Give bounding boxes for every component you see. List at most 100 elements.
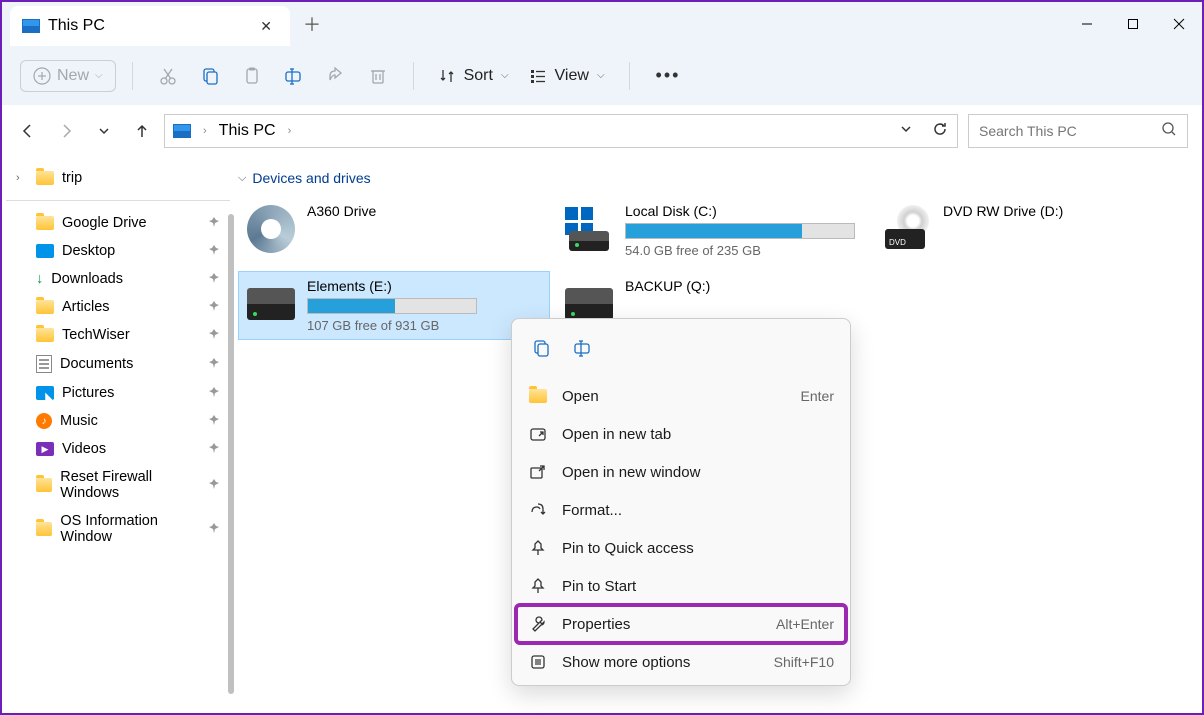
sidebar-item[interactable]: Desktop [6, 237, 230, 265]
sort-dropdown[interactable]: Sort ⌵ [430, 61, 517, 91]
close-button[interactable] [1156, 2, 1202, 46]
pin-icon [208, 300, 220, 315]
breadcrumb-this-pc[interactable]: This PC [219, 122, 276, 140]
separator [132, 62, 133, 90]
sidebar-item[interactable]: Documents [6, 349, 230, 379]
menu-item-label: Show more options [562, 654, 760, 671]
context-menu-item[interactable]: Pin to Quick access [516, 529, 846, 567]
section-label: Devices and drives [252, 170, 370, 186]
sidebar-item[interactable]: ♪Music [6, 407, 230, 435]
this-pc-icon [173, 124, 191, 138]
pin-icon [529, 577, 547, 595]
sidebar-item[interactable]: TechWiser [6, 321, 230, 349]
tab-this-pc[interactable]: This PC ✕ [10, 6, 290, 46]
new-label: New [57, 67, 89, 85]
pin-icon [208, 522, 220, 537]
drive-item[interactable]: Elements (E:) 107 GB free of 931 GB [238, 271, 550, 340]
view-icon [529, 67, 547, 85]
context-menu-item[interactable]: Show more optionsShift+F10 [516, 643, 846, 681]
sidebar-item[interactable]: Google Drive [6, 209, 230, 237]
up-button[interactable] [130, 119, 154, 143]
new-icon [33, 67, 51, 85]
a360-icon [247, 205, 295, 253]
drive-name: Elements (E:) [307, 278, 543, 294]
drive-free-text: 107 GB free of 931 GB [307, 318, 543, 333]
context-menu-item[interactable]: Open Enter [516, 377, 846, 415]
drive-usage-bar [625, 223, 855, 239]
search-icon[interactable] [1161, 121, 1177, 142]
recent-button[interactable] [92, 119, 116, 143]
drive-free-text: 54.0 GB free of 235 GB [625, 243, 861, 258]
address-dropdown-button[interactable] [899, 122, 913, 141]
sidebar-item[interactable]: ↓Downloads [6, 265, 230, 293]
copy-button[interactable] [191, 57, 229, 95]
context-menu-item[interactable]: Pin to Start [516, 567, 846, 605]
sidebar-item[interactable]: Pictures [6, 379, 230, 407]
hdd-icon [247, 288, 295, 320]
folder-icon [529, 389, 547, 403]
rename-button[interactable] [275, 57, 313, 95]
context-menu-item[interactable]: Open in new window [516, 453, 846, 491]
sort-label: Sort [464, 67, 493, 85]
drive-name: A360 Drive [307, 203, 543, 219]
drive-item[interactable]: Local Disk (C:)54.0 GB free of 235 GB [556, 196, 868, 265]
context-menu-item[interactable]: Open in new tab [516, 415, 846, 453]
context-menu-item[interactable]: Format... [516, 491, 846, 529]
new-button[interactable]: New ⌵ [20, 60, 116, 92]
chevron-right-icon[interactable]: › [288, 125, 292, 137]
new-tab-button[interactable]: ＋ [290, 2, 334, 46]
sidebar-item[interactable]: Articles [6, 293, 230, 321]
video-icon: ▶ [36, 442, 54, 456]
desktop-icon [36, 244, 54, 258]
sidebar: › trip Google Drive Desktop↓DownloadsArti… [2, 156, 234, 713]
menu-item-label: Properties [562, 616, 762, 633]
drive-usage-bar [307, 298, 477, 314]
section-devices-drives[interactable]: ⌵ Devices and drives [238, 166, 1194, 196]
cm-copy-button[interactable] [522, 329, 560, 367]
sidebar-item[interactable]: OS Information Window [6, 507, 230, 551]
sidebar-item-trip[interactable]: › trip [6, 164, 230, 192]
share-button[interactable] [317, 57, 355, 95]
chevron-right-icon[interactable]: › [203, 125, 207, 137]
pin-icon [208, 442, 220, 457]
sidebar-item-label: Pictures [62, 385, 114, 401]
quick-access-list: Google Drive Desktop↓DownloadsArticlesTec… [6, 209, 230, 551]
paste-button[interactable] [233, 57, 271, 95]
divider [6, 200, 230, 201]
pin-icon [208, 386, 220, 401]
expand-icon[interactable]: › [16, 172, 28, 184]
menu-item-shortcut: Enter [801, 388, 834, 404]
pin-icon [208, 272, 220, 287]
delete-button[interactable] [359, 57, 397, 95]
cm-rename-button[interactable] [564, 329, 602, 367]
menu-item-label: Open [562, 388, 787, 405]
tab-close-button[interactable]: ✕ [254, 18, 278, 35]
sidebar-item[interactable]: ▶Videos [6, 435, 230, 463]
nav-buttons [16, 119, 154, 143]
back-button[interactable] [16, 119, 40, 143]
more-button[interactable]: ••• [646, 65, 691, 86]
new-tab-icon [529, 425, 547, 443]
cut-button[interactable] [149, 57, 187, 95]
dvd-icon: DVD [883, 209, 931, 249]
sidebar-item[interactable]: Reset Firewall Windows [6, 463, 230, 507]
separator [413, 62, 414, 90]
refresh-button[interactable] [931, 120, 949, 143]
address-bar[interactable]: › This PC › [164, 114, 958, 148]
context-menu: Open Enter Open in new tabOpen in new wind… [511, 318, 851, 686]
pin-icon [529, 539, 547, 557]
drive-item[interactable]: A360 Drive [238, 196, 550, 265]
sidebar-item-label: Google Drive [62, 215, 147, 231]
forward-button[interactable] [54, 119, 78, 143]
minimize-button[interactable] [1064, 2, 1110, 46]
this-pc-icon [22, 19, 40, 33]
menu-item-shortcut: Alt+Enter [776, 616, 834, 632]
format-icon [529, 501, 547, 519]
context-menu-item[interactable]: Properties Alt+Enter [516, 605, 846, 643]
maximize-button[interactable] [1110, 2, 1156, 46]
search-box[interactable] [968, 114, 1188, 148]
drive-item[interactable]: DVDDVD RW Drive (D:) [874, 196, 1186, 265]
sidebar-item-label: Downloads [51, 271, 123, 287]
view-dropdown[interactable]: View ⌵ [521, 61, 613, 91]
search-input[interactable] [979, 123, 1161, 139]
